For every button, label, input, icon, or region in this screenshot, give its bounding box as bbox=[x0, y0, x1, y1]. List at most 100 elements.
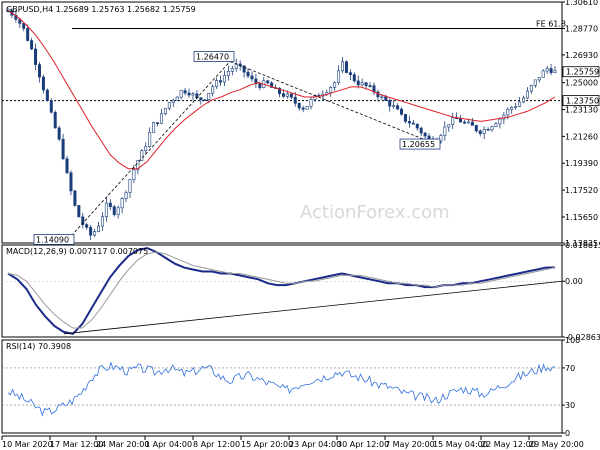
candle-body bbox=[215, 80, 219, 87]
candle-body bbox=[518, 101, 522, 107]
candle-body bbox=[53, 111, 57, 129]
candle-body bbox=[392, 105, 396, 107]
candle-body bbox=[411, 122, 415, 125]
candle-body bbox=[65, 158, 69, 174]
candle-body bbox=[470, 121, 474, 126]
candle-body bbox=[85, 224, 89, 228]
rsi-tick-label: 100 bbox=[565, 336, 580, 345]
price-tick-label: 1.17520 bbox=[565, 186, 598, 195]
candle-body bbox=[494, 123, 498, 127]
x-tick-label: 24 Mar 20:00 bbox=[96, 440, 149, 449]
candle-body bbox=[333, 82, 337, 88]
candle-body bbox=[34, 48, 38, 65]
candle-body bbox=[541, 70, 545, 78]
candle-body bbox=[191, 93, 195, 96]
candle-body bbox=[211, 86, 215, 94]
price-annotation-label: 1.14090 bbox=[36, 235, 69, 244]
x-tick-label: 7 May 20:00 bbox=[385, 440, 435, 449]
candle-body bbox=[474, 125, 478, 132]
macd-tick-label: 0.018615 bbox=[565, 241, 600, 250]
candle-body bbox=[226, 71, 230, 76]
candle-body bbox=[30, 40, 34, 50]
rsi-panel-title: RSI(14) 70.3908 bbox=[6, 342, 71, 351]
candle-body bbox=[183, 90, 187, 94]
x-tick-label: 10 Mar 2020 bbox=[2, 440, 53, 449]
candle-body bbox=[285, 93, 289, 97]
candle-body bbox=[89, 227, 93, 236]
candle-body bbox=[400, 108, 404, 115]
price-tick-label: 1.21260 bbox=[565, 132, 598, 141]
candle-body bbox=[45, 89, 49, 101]
candle-body bbox=[187, 92, 191, 96]
price-tick-label: 1.30610 bbox=[565, 0, 598, 7]
x-tick-label: 23 Apr 04:00 bbox=[289, 440, 341, 449]
candle-body bbox=[250, 75, 254, 80]
candle-body bbox=[337, 70, 341, 84]
candle-body bbox=[396, 105, 400, 110]
candle-body bbox=[380, 96, 384, 99]
candle-body bbox=[301, 107, 305, 110]
candle-body bbox=[545, 68, 549, 72]
candle-body bbox=[305, 105, 309, 110]
candle-body bbox=[482, 129, 486, 134]
x-tick-label: 1 Apr 04:00 bbox=[145, 440, 192, 449]
candle-body bbox=[61, 138, 65, 160]
candle-body bbox=[207, 93, 211, 100]
price-annotation-label: 1.20655 bbox=[402, 140, 435, 149]
candle-body bbox=[104, 202, 108, 218]
candle-body bbox=[352, 74, 356, 82]
x-tick-label: 30 Apr 12:00 bbox=[337, 440, 389, 449]
candle-body bbox=[415, 123, 419, 129]
candle-body bbox=[553, 70, 557, 73]
candle-body bbox=[289, 93, 293, 98]
candle-body bbox=[41, 76, 45, 91]
rsi-line bbox=[7, 361, 556, 417]
candle-body bbox=[163, 107, 167, 115]
candle-body bbox=[281, 93, 285, 97]
price-tick-label: 1.25000 bbox=[565, 79, 598, 88]
candle-body bbox=[360, 82, 364, 86]
candle-body bbox=[403, 113, 407, 122]
candle-body bbox=[388, 100, 392, 107]
candle-body bbox=[451, 117, 455, 126]
candle-body bbox=[258, 83, 262, 88]
chart-svg: ActionForex.com 1.30610 1.28770 1.26930 1.2… bbox=[1, 0, 600, 449]
candle-body bbox=[522, 97, 526, 103]
chart-stage: ActionForex.com 1.30610 1.28770 1.26930 1.2… bbox=[0, 0, 600, 450]
candle-body bbox=[171, 99, 175, 103]
candle-body bbox=[124, 192, 128, 199]
candle-body bbox=[407, 121, 411, 124]
candle-body bbox=[22, 23, 26, 29]
x-tick-label: 29 May 20:00 bbox=[529, 440, 584, 449]
candle-body bbox=[486, 129, 490, 131]
rsi-tick-label: 0 bbox=[565, 429, 570, 438]
candle-body bbox=[108, 202, 112, 208]
macd-panel-frame bbox=[1, 244, 563, 338]
candle-body bbox=[266, 80, 270, 84]
candle-body bbox=[230, 68, 234, 72]
price-tick-label: 1.26930 bbox=[565, 51, 598, 60]
candle-body bbox=[533, 79, 537, 86]
candle-body bbox=[246, 71, 250, 77]
watermark: ActionForex.com bbox=[300, 202, 450, 223]
candle-body bbox=[77, 205, 81, 218]
candle-body bbox=[490, 126, 494, 131]
ema-line bbox=[7, 10, 556, 170]
candle-body bbox=[478, 130, 482, 134]
price-trendline bbox=[229, 61, 439, 146]
candle-body bbox=[140, 150, 144, 161]
x-tick-label: 15 May 04:00 bbox=[433, 440, 488, 449]
macd-panel-title: MACD(12,26,9) 0.007117 0.007075 bbox=[6, 247, 148, 256]
candle-body bbox=[293, 96, 297, 104]
candle-body bbox=[199, 97, 203, 100]
candle-body bbox=[159, 113, 163, 124]
candle-body bbox=[97, 225, 101, 232]
macd-tick-label: 0.00 bbox=[565, 277, 583, 286]
price-annotation-label: 1.26470 bbox=[196, 52, 229, 61]
candle-body bbox=[93, 231, 97, 236]
candle-body bbox=[156, 122, 160, 124]
x-tick-label: 8 Apr 12:00 bbox=[193, 440, 240, 449]
candle-body bbox=[26, 28, 30, 41]
candle-body bbox=[344, 61, 348, 73]
price-tick-label: 1.28770 bbox=[565, 24, 598, 33]
